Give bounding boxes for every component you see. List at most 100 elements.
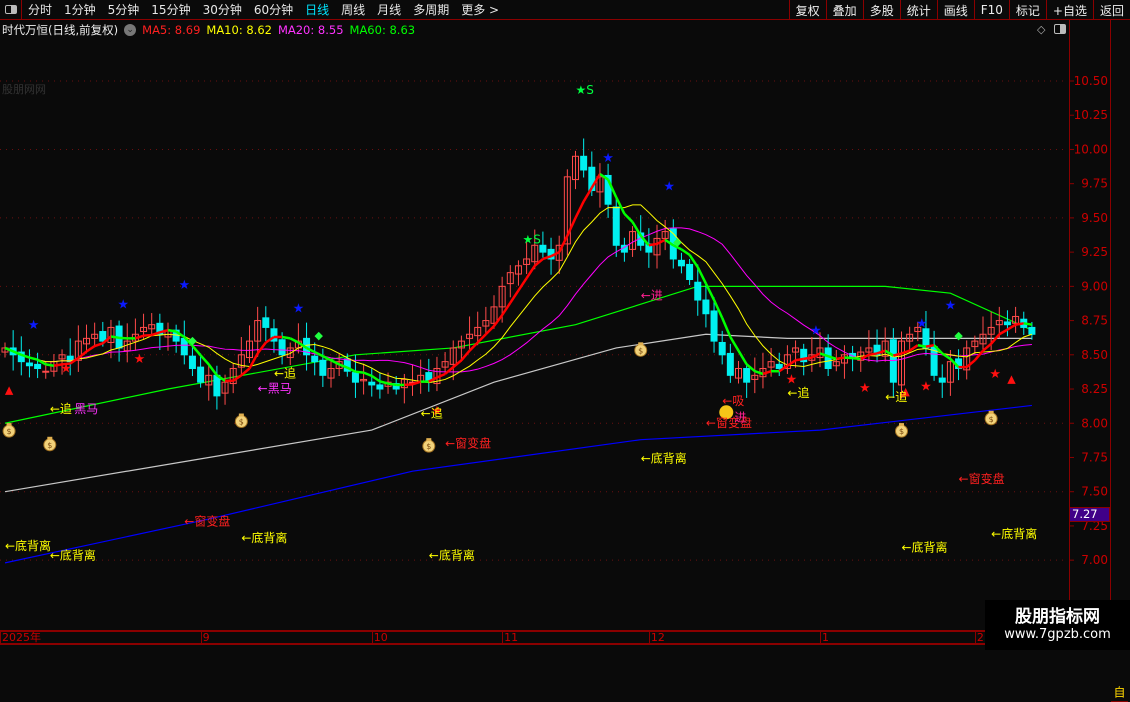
diamond-icon[interactable]: ◇ — [1037, 23, 1045, 36]
ma5-segment — [965, 359, 976, 369]
grey-trend-line — [4, 333, 1032, 493]
panel-toggle-icon[interactable] — [1054, 24, 1066, 34]
candle — [726, 343, 734, 383]
moneybag-icon: $ — [895, 423, 908, 438]
moneybag-neck — [426, 438, 432, 442]
blue-star-icon: ★ — [663, 180, 675, 195]
ma5-segment — [721, 317, 732, 338]
toolbar-button[interactable]: 叠加 — [825, 0, 863, 20]
ma5-segment — [452, 359, 463, 369]
candle-body — [775, 363, 783, 369]
y-tick-label: 10.00 — [1074, 142, 1108, 156]
ma5-segment — [525, 265, 536, 279]
candle — [759, 352, 767, 389]
candle — [873, 329, 881, 363]
ma5-segment — [844, 356, 853, 360]
y-tick-label: 8.25 — [1081, 382, 1108, 396]
ma5-segment — [795, 357, 804, 362]
ma5-segment — [143, 333, 152, 337]
candle — [131, 318, 139, 351]
sidebar-tab[interactable]: 自 — [1111, 682, 1128, 702]
ma5-segment — [1006, 323, 1017, 331]
blue-star-icon: ★ — [916, 316, 928, 331]
ma5-segment — [501, 302, 512, 316]
candle — [180, 320, 188, 365]
toolbar-button[interactable]: +自选 — [1045, 0, 1093, 20]
candle — [938, 364, 946, 398]
moneybag-icon: $ — [984, 410, 998, 426]
period-tab[interactable]: 多周期 — [407, 1, 455, 18]
ma5-segment — [631, 221, 642, 237]
dollar-sign: $ — [989, 415, 994, 424]
ma5-segment — [509, 289, 520, 304]
green-diamond-icon: ◆ — [954, 329, 963, 342]
signal-label: ←底背离 — [902, 539, 948, 554]
y-tick-label: 7.00 — [1081, 553, 1108, 567]
toolbar-button[interactable]: 返回 — [1092, 0, 1130, 20]
y-tick-label: 8.00 — [1081, 416, 1108, 430]
blue-star-icon: ★ — [945, 299, 957, 314]
candle — [311, 342, 319, 376]
toolbar-button[interactable]: 画线 — [936, 0, 974, 20]
toolbar-button[interactable]: 复权 — [788, 0, 826, 20]
period-tab[interactable]: 1分钟 — [58, 1, 102, 18]
ma60-value: MA60: 8.63 — [349, 22, 416, 37]
candle-body — [718, 341, 726, 356]
period-tab[interactable]: 周线 — [335, 1, 371, 18]
period-toolbar: 分时 1分钟 5分钟 15分钟 30分钟 60分钟 日线 周线 月线 多周期 更多 > 复权 叠加 多股… — [0, 0, 1130, 20]
toolbar-button[interactable]: F10 — [973, 0, 1009, 20]
ma5-segment — [363, 371, 373, 378]
dollar-sign: $ — [899, 427, 904, 436]
signal-label: ←追 — [885, 389, 907, 404]
chevron-down-icon[interactable]: ⌄ — [124, 23, 137, 36]
candle — [702, 284, 710, 328]
candle — [580, 138, 588, 178]
candle-body — [580, 155, 588, 171]
candle — [620, 237, 628, 262]
moneybag-neck — [988, 410, 994, 414]
ma5-segment — [29, 356, 38, 361]
candle-body — [686, 263, 694, 281]
candle-body — [1003, 321, 1011, 326]
blue-star-icon: ★ — [178, 278, 190, 293]
ma5-segment — [811, 352, 821, 359]
candle-body — [612, 206, 620, 246]
current-price-tag: 7.27 — [1069, 507, 1110, 522]
period-tab[interactable]: 分时 — [22, 1, 58, 18]
moneybag-neck — [6, 423, 12, 427]
ma5-segment — [256, 341, 267, 355]
ma5-segment — [990, 333, 1001, 345]
signal-label: ←吸 — [722, 394, 744, 408]
blue-star-icon: ★ — [117, 297, 129, 312]
ma5-segment — [648, 242, 658, 247]
period-tab[interactable]: 15分钟 — [145, 1, 196, 18]
ma20-value: MA20: 8.55 — [277, 22, 344, 37]
period-tab[interactable]: 日线 — [299, 1, 335, 18]
red-star-icon: ★ — [134, 352, 146, 367]
candle — [246, 325, 253, 364]
period-tab[interactable]: 更多 > — [455, 1, 505, 18]
y-tick-label: 9.00 — [1081, 279, 1108, 293]
period-tab[interactable]: 5分钟 — [102, 1, 146, 18]
period-tab[interactable]: 月线 — [371, 1, 407, 18]
ma5-segment — [110, 335, 120, 340]
ma5-segment — [199, 354, 210, 366]
toolbar-button[interactable]: 多股 — [862, 0, 900, 20]
ma5-segment — [680, 248, 691, 256]
toolbar-button[interactable]: 统计 — [899, 0, 937, 20]
kline-chart[interactable]: 10.50 10.25 10.00 9.75 9.50 9.25 9.00 8.75 8.50 8… — [0, 0, 1130, 650]
green-diamond-icon: ◆ — [188, 334, 197, 347]
candle — [514, 260, 522, 286]
panel-toggle-button[interactable] — [0, 0, 22, 20]
stock-name: 时代万恒(日线,前复权) — [2, 22, 119, 37]
candle — [808, 337, 816, 372]
period-tab[interactable]: 60分钟 — [248, 1, 299, 18]
signal-label: 进 — [734, 410, 746, 424]
right-sidebar: 自 — [1110, 20, 1130, 702]
candle — [376, 373, 384, 399]
price-axis-line — [1069, 20, 1070, 645]
period-tab[interactable]: 30分钟 — [197, 1, 248, 18]
toolbar-button[interactable]: 标记 — [1008, 0, 1046, 20]
moneybag-neck — [899, 423, 904, 427]
ma5-segment — [917, 343, 927, 348]
